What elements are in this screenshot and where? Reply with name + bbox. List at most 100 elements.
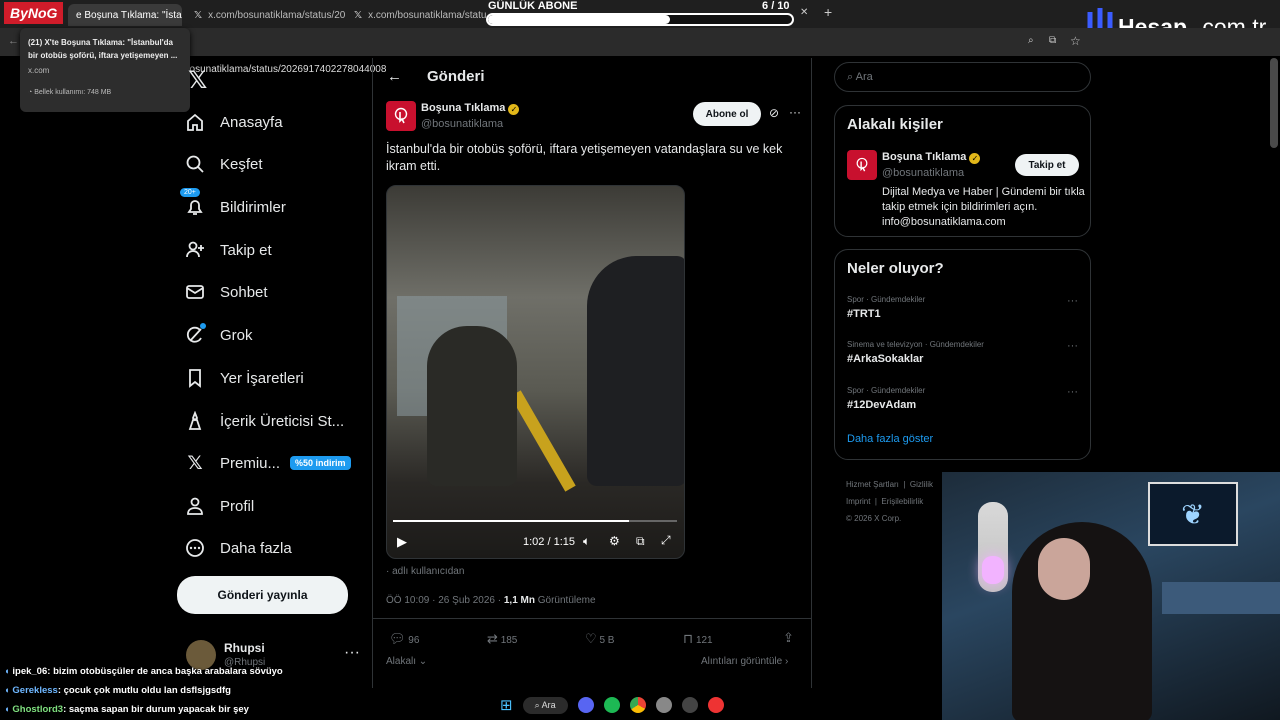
related-name[interactable]: Boşuna Tıklama ✓ — [882, 151, 981, 164]
nav-item-creator-studio[interactable]: İçerik Üreticisi St... — [184, 401, 344, 441]
footer-link[interactable]: Gizlilik — [910, 480, 933, 489]
like-button[interactable]: ♡ 5 B — [585, 631, 614, 647]
nav-label: Takip et — [220, 241, 272, 259]
verified-badge-icon: ✓ — [969, 153, 981, 164]
related-dropdown[interactable]: Alakalı ⌄ — [386, 656, 427, 667]
divider — [373, 618, 811, 619]
back-arrow-icon[interactable]: ← — [387, 68, 402, 85]
nav-item-profile[interactable]: Profil — [184, 486, 254, 526]
webcam-shelf — [1162, 582, 1280, 614]
nav-item-premium[interactable]: 𝕏 Premiu... %50 indirim — [184, 443, 351, 483]
hover-card-domain: x.com — [28, 66, 50, 75]
show-more-link[interactable]: Daha fazla göster — [847, 433, 933, 445]
footer-link[interactable]: Hizmet Şartları — [846, 480, 899, 489]
zoom-icon[interactable]: ⌕ — [1028, 35, 1034, 46]
nav-item-notifications[interactable]: 20+ Bildirimler — [180, 187, 286, 227]
tab-hover-card: (21) X'te Boşuna Tıklama: "İstanbul'da b… — [20, 28, 190, 112]
nav-label: Bildirimler — [220, 198, 286, 216]
related-bio: Dijital Medya ve Haber | Gündemi bir tık… — [882, 186, 1085, 228]
more-icon[interactable]: ··· — [1067, 340, 1078, 352]
post-source: · adlı kullanıcıdan — [386, 566, 465, 577]
author-name[interactable]: Boşuna Tıklama ✓ — [421, 102, 520, 115]
mail-icon — [184, 281, 206, 303]
notification-badge: 20+ — [180, 188, 200, 197]
trend-item[interactable]: Spor · Gündemdekiler #12DevAdam — [847, 386, 925, 411]
card-title: Alakalı kişiler — [847, 116, 943, 133]
hand-pointer-icon — [856, 157, 868, 172]
fullscreen-icon[interactable]: ⤢ — [661, 533, 671, 548]
hover-card-title: (21) X'te Boşuna Tıklama: "İstanbul'da b… — [28, 38, 178, 60]
new-tab-button[interactable]: + — [824, 4, 832, 20]
star-icon[interactable]: ☆ — [1070, 34, 1081, 48]
browser-tab-3[interactable]: 𝕏 x.com/bosunatiklama/status/20 — [346, 4, 486, 26]
repost-button[interactable]: ⇄ 185 — [487, 631, 517, 647]
nav-item-messages[interactable]: Sohbet — [184, 272, 268, 312]
chevron-down-icon: ⌄ — [418, 656, 428, 667]
browser-tab-1[interactable]: e Boşuna Tıklama: "İstan ✕ — [68, 4, 182, 26]
trends-card: Neler oluyor? Spor · Gündemdekiler #TRT1 … — [834, 249, 1091, 460]
verified-badge-icon: ✓ — [508, 104, 520, 115]
trend-item[interactable]: Sinema ve televizyon · Gündemdekiler #Ark… — [847, 340, 984, 365]
nav-label: Daha fazla — [220, 539, 292, 557]
tab-title: x.com/bosunatiklama/status/20 — [368, 9, 486, 21]
chat-text: : çocuk çok mutlu oldu lan dsflsjgsdfg — [57, 685, 231, 696]
author-avatar[interactable] — [386, 101, 416, 131]
post-button[interactable]: Gönderi yayınla — [177, 576, 348, 614]
more-icon[interactable]: ··· — [1067, 386, 1078, 398]
x-logo-icon[interactable]: 𝕏 — [188, 66, 207, 95]
settings-icon[interactable]: ⚙︎ — [609, 534, 620, 548]
back-icon[interactable]: ← — [8, 35, 19, 47]
bookmark-button[interactable]: ⊓ 121 — [683, 631, 713, 647]
grok-icon[interactable]: ⊘ — [769, 106, 779, 120]
nav-item-explore[interactable]: Keşfet — [184, 144, 263, 184]
browser-icon[interactable] — [707, 697, 724, 713]
chat-username: Gerekless — [12, 685, 58, 696]
video-player[interactable]: ▶ 1:02 / 1:15 🔈︎ ⚙︎ ⧉ ⤢ — [386, 185, 685, 559]
bookmark-icon — [184, 367, 206, 389]
scrollbar[interactable] — [1270, 58, 1278, 148]
subscribe-button[interactable]: Abone ol — [693, 102, 761, 126]
more-icon[interactable]: ··· — [789, 105, 801, 119]
left-navigation: 𝕏 Anasayfa Keşfet 20+ Bildirimler Takip … — [176, 58, 372, 720]
more-icon[interactable]: ··· — [344, 644, 360, 662]
nav-label: Profil — [220, 497, 255, 515]
pip-icon[interactable]: ⧉ — [636, 534, 645, 549]
follow-button[interactable]: Takip et — [1015, 154, 1079, 176]
video-person-right — [587, 256, 684, 486]
avatar[interactable] — [847, 150, 877, 180]
spotify-icon[interactable] — [603, 697, 620, 713]
chrome-icon[interactable] — [629, 697, 646, 713]
volume-icon[interactable]: 🔈︎ — [583, 534, 590, 549]
taskbar-search[interactable]: ⌕ Ara — [522, 696, 568, 714]
nav-item-follow[interactable]: Takip et — [184, 230, 272, 270]
memory-icon: ◔ — [28, 89, 33, 96]
footer-link[interactable]: Imprint — [846, 497, 870, 506]
share-icon[interactable]: ⇪ — [783, 630, 794, 646]
footer-link[interactable]: Erişilebilirlik — [881, 497, 923, 506]
premium-discount-badge: %50 indirim — [290, 456, 351, 470]
windows-start-icon[interactable]: ⊞ — [500, 696, 513, 714]
nav-item-home[interactable]: Anasayfa — [184, 102, 283, 142]
discord-icon[interactable] — [577, 697, 594, 713]
account-name: Rhupsi — [224, 641, 265, 655]
steam-icon[interactable] — [655, 697, 672, 713]
search-input[interactable]: ⌕ Ara — [834, 62, 1091, 92]
more-icon[interactable]: ··· — [1067, 295, 1078, 307]
app-icon[interactable] — [681, 697, 698, 713]
copyright: © 2026 X Corp. — [846, 514, 902, 523]
nav-item-grok[interactable]: Grok — [184, 315, 253, 355]
tab-title: x.com/bosunatiklama/status/20 — [208, 9, 346, 21]
video-person-left — [427, 326, 517, 486]
close-icon[interactable]: ✕ — [800, 7, 808, 18]
notification-dot — [200, 323, 206, 329]
nav-item-more[interactable]: Daha fazla — [184, 528, 292, 568]
trend-item[interactable]: Spor · Gündemdekiler #TRT1 — [847, 295, 925, 320]
nav-item-bookmarks[interactable]: Yer İşaretleri — [184, 358, 304, 398]
install-icon[interactable]: ⧉ — [1049, 35, 1056, 46]
play-icon[interactable]: ▶ — [397, 534, 407, 550]
view-quotes-link[interactable]: Alıntıları görüntüle › — [701, 656, 788, 667]
heart-icon: ♡ — [585, 631, 597, 646]
browser-tab-2[interactable]: 𝕏 x.com/bosunatiklama/status/20 ✕ — [186, 4, 346, 26]
reply-button[interactable]: 💬︎ 96 — [389, 631, 419, 647]
post-timestamp: ÖÖ 10:09 · 26 Şub 2026 · 1,1 Mn Görüntül… — [386, 595, 596, 606]
